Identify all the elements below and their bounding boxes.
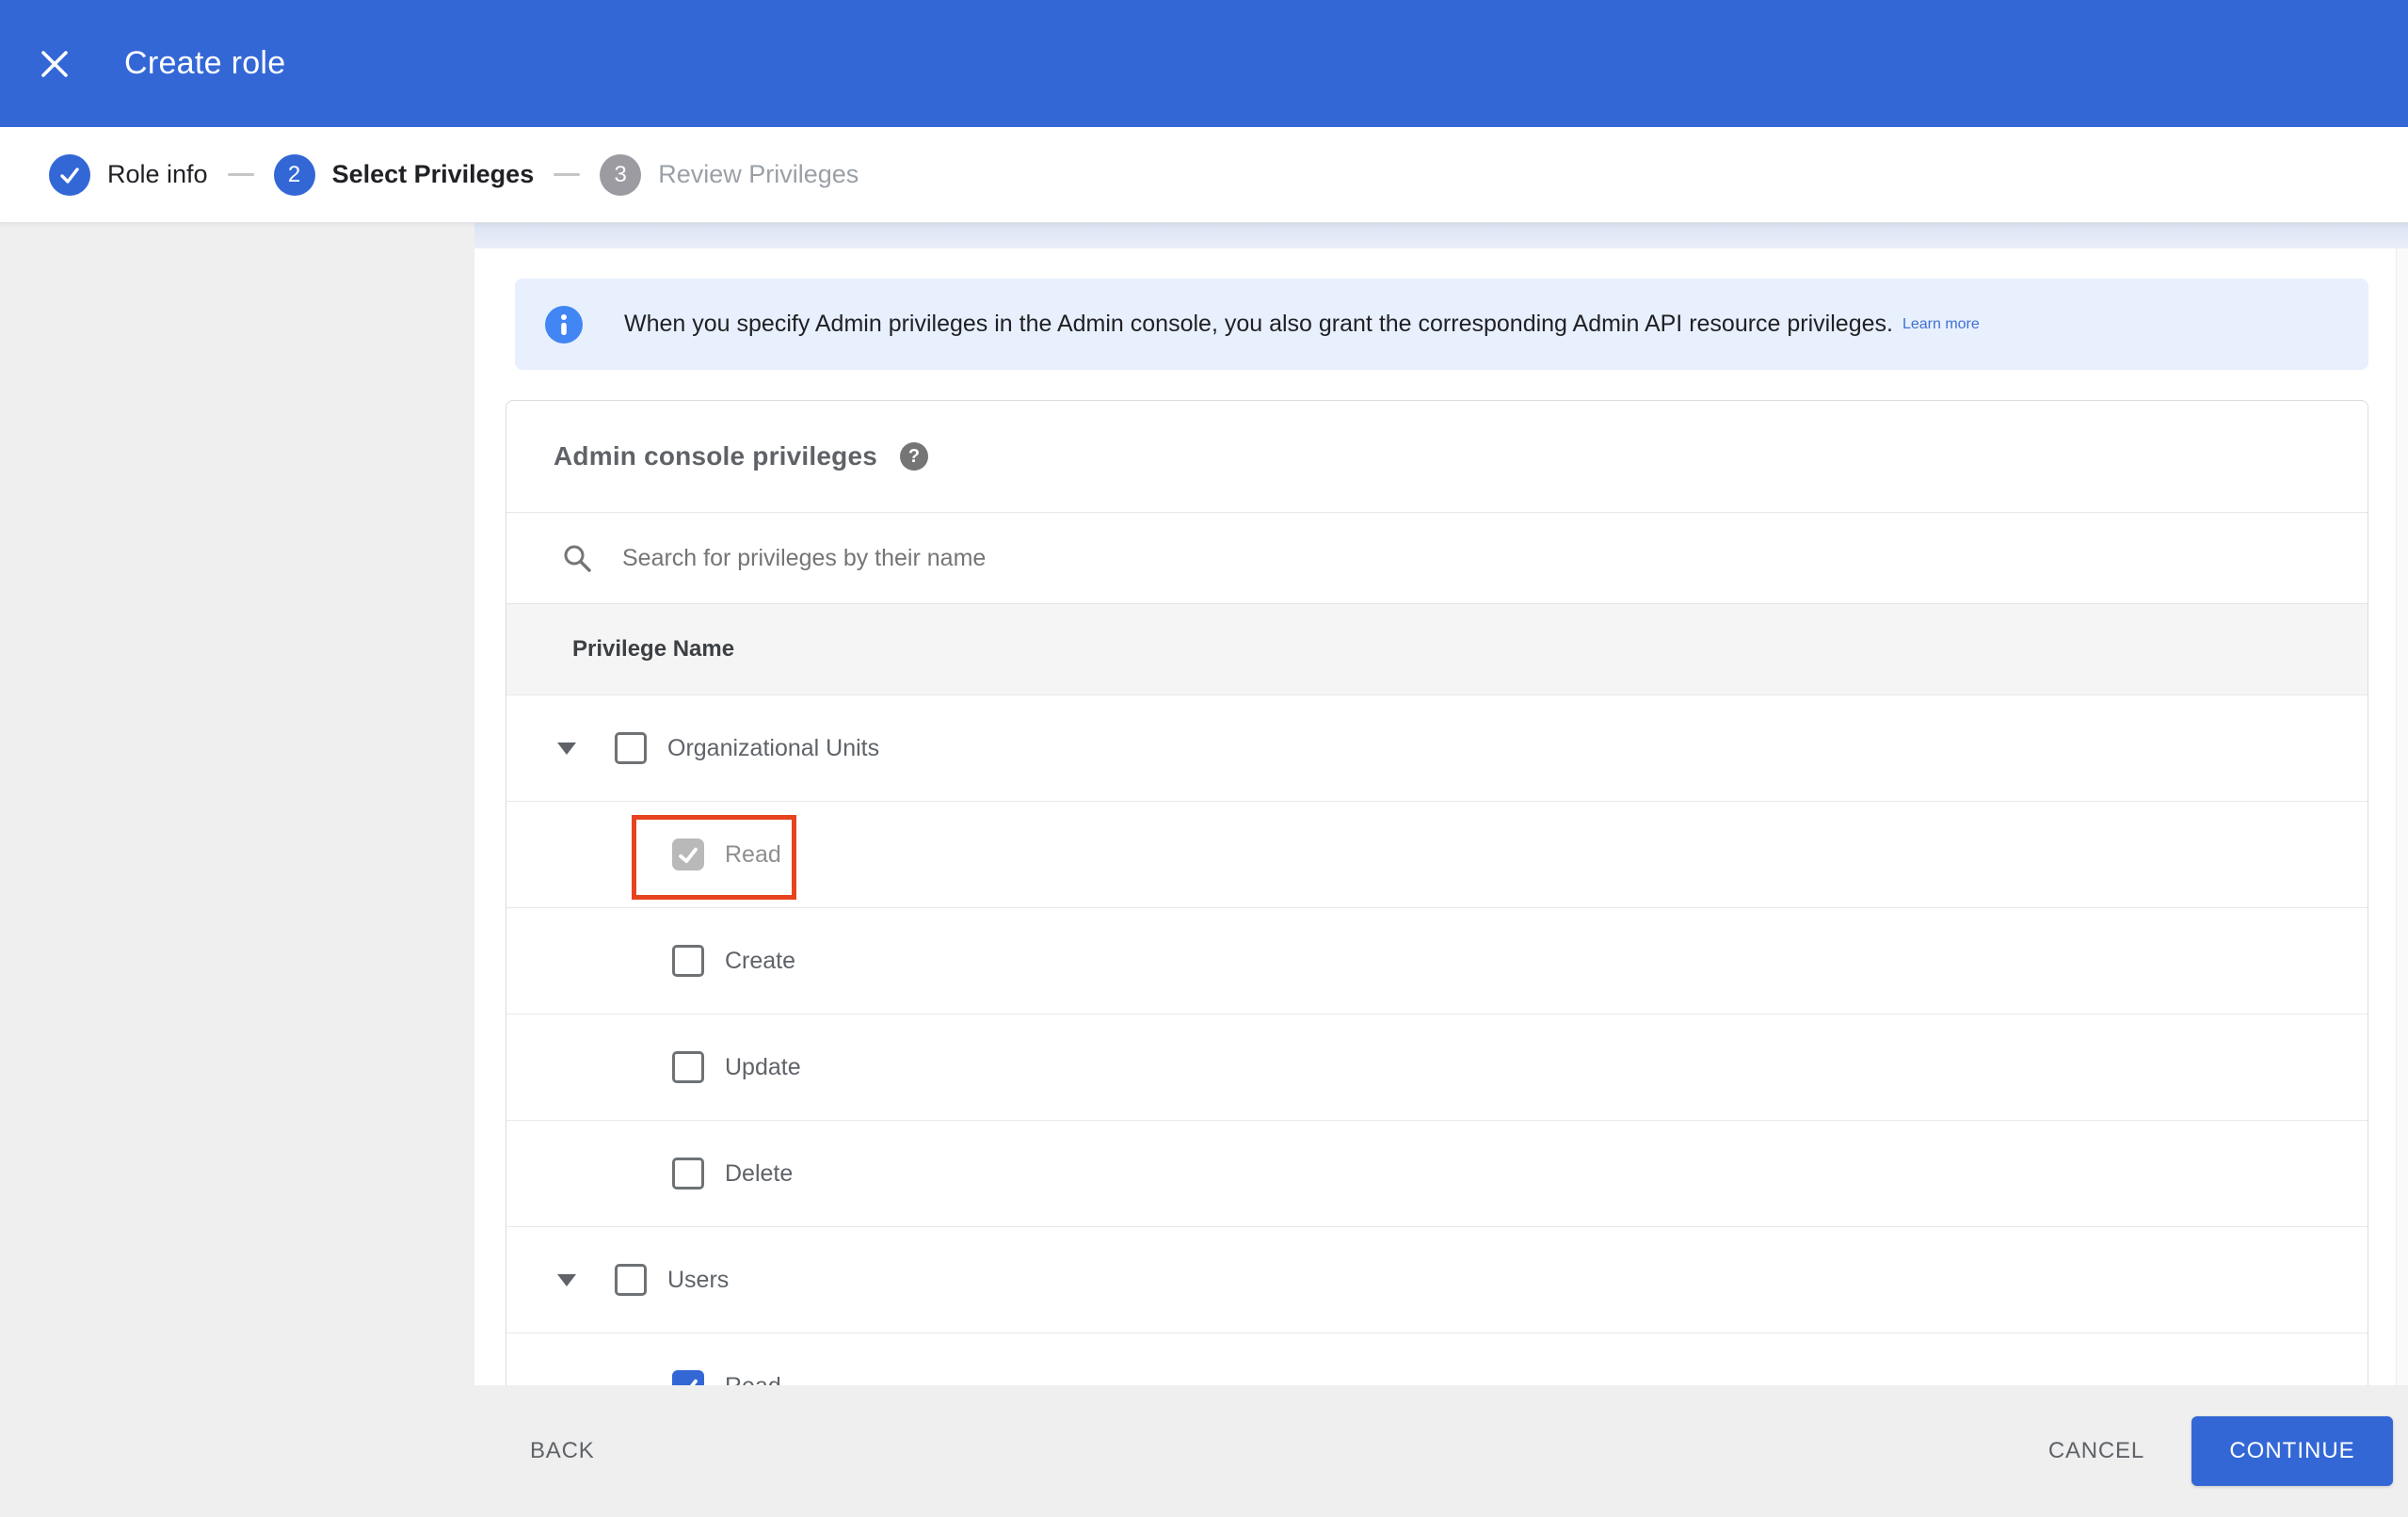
collapse-triangle-icon[interactable]: [557, 1273, 576, 1286]
privilege-label: Users: [667, 1266, 730, 1293]
help-icon[interactable]: ?: [900, 442, 928, 471]
step-label: Role info: [107, 160, 208, 188]
card-title: Admin console privileges: [554, 441, 877, 471]
checkbox-read[interactable]: [672, 838, 704, 870]
cancel-button[interactable]: CANCEL: [2048, 1385, 2144, 1517]
page-title: Create role: [124, 45, 286, 81]
close-icon: [38, 47, 72, 81]
privilege-label: Read: [725, 1373, 781, 1386]
search-row: [506, 512, 2368, 603]
footer-bar: BACK CANCEL CONTINUE: [0, 1385, 2408, 1517]
privilege-label: Create: [725, 947, 796, 974]
step-connector: [227, 173, 254, 176]
privilege-row-update: Update: [506, 1014, 2368, 1120]
close-button[interactable]: [21, 0, 88, 127]
checkbox-create[interactable]: [672, 945, 704, 977]
step-role-info[interactable]: Role info: [49, 153, 208, 196]
learn-more-link[interactable]: Learn more: [1902, 316, 1980, 333]
step-number-circle: 3: [600, 153, 642, 196]
privilege-label: Read: [725, 840, 781, 868]
step-complete-circle: [49, 153, 90, 196]
scrolled-content-edge: [474, 223, 2408, 248]
step-label: Review Privileges: [658, 160, 859, 188]
check-icon: [57, 163, 82, 187]
info-banner: When you specify Admin privileges in the…: [515, 279, 2368, 370]
checkbox-users[interactable]: [615, 1264, 647, 1296]
privilege-row-users: Users: [506, 1226, 2368, 1333]
banner-text: When you specify Admin privileges in the…: [624, 311, 1893, 337]
continue-button[interactable]: CONTINUE: [2191, 1416, 2393, 1486]
privilege-rows: Organizational Units Read Create Update Dele…: [506, 695, 2368, 1385]
checkbox-delete[interactable]: [672, 1158, 704, 1190]
privilege-row-delete: Delete: [506, 1120, 2368, 1226]
search-icon: [561, 542, 593, 574]
privilege-label: Update: [725, 1053, 801, 1080]
step-select-privileges[interactable]: 2 Select Privileges: [273, 153, 535, 196]
collapse-triangle-icon[interactable]: [557, 742, 576, 755]
scrollbar[interactable]: [2396, 248, 2408, 1385]
privilege-row-read: Read: [506, 801, 2368, 907]
privilege-row-create: Create: [506, 907, 2368, 1014]
step-connector: [554, 173, 581, 176]
privilege-label: Organizational Units: [667, 734, 880, 761]
privilege-row-read: Read: [506, 1333, 2368, 1385]
content-area: When you specify Admin privileges in the…: [474, 223, 2408, 1385]
app-bar: Create role: [0, 0, 2408, 127]
checkbox-update[interactable]: [672, 1051, 704, 1083]
back-button[interactable]: BACK: [530, 1385, 595, 1517]
checkbox-read[interactable]: [672, 1370, 704, 1385]
admin-privileges-card: Admin console privileges ? Privilege Nam…: [506, 400, 2368, 1385]
privilege-row-organizational-units: Organizational Units: [506, 695, 2368, 801]
privilege-label: Delete: [725, 1159, 794, 1187]
wizard-stepper: Role info 2 Select Privileges 3 Review P…: [0, 127, 2408, 223]
step-number-circle: 2: [273, 153, 315, 196]
card-title-row: Admin console privileges ?: [506, 401, 2368, 512]
checkbox-organizational-units[interactable]: [615, 732, 647, 764]
column-header: Privilege Name: [506, 603, 2368, 695]
step-label: Select Privileges: [331, 160, 535, 188]
info-icon: [545, 305, 583, 343]
column-header-label: Privilege Name: [572, 636, 735, 662]
search-input[interactable]: [622, 544, 2368, 572]
step-review-privileges[interactable]: 3 Review Privileges: [600, 153, 859, 196]
